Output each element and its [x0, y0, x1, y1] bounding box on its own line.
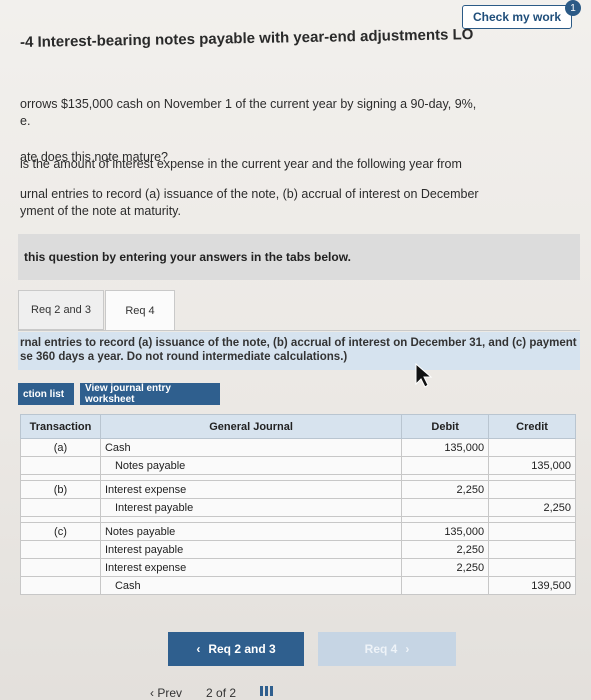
credit-cell[interactable] [488, 480, 576, 499]
account-cell[interactable]: Interest payable [99, 498, 403, 517]
grid-icon[interactable] [260, 686, 275, 696]
check-my-work-button[interactable]: Check my work [462, 5, 572, 29]
account-cell[interactable]: Cash [99, 438, 403, 457]
debit-cell[interactable] [401, 576, 490, 595]
col-general-journal: General Journal [99, 414, 403, 439]
account-cell[interactable]: Interest expense [99, 480, 403, 499]
transaction-cell[interactable]: (b) [20, 480, 101, 499]
question-2: is the amount of interest expense in the… [20, 157, 462, 171]
req-instructions-line-2: se 360 days a year. Do not round interme… [20, 351, 348, 363]
prev-req-button[interactable]: ‹ Req 2 and 3 [168, 632, 304, 666]
debit-cell[interactable] [401, 456, 490, 475]
table-row: Cash 139,500 [20, 576, 576, 595]
transaction-cell[interactable] [20, 576, 101, 595]
req-instructions-line-1: rnal entries to record (a) issuance of t… [20, 337, 577, 349]
page-indicator: 2 of 2 [206, 686, 237, 700]
prev-page-label: Prev [157, 686, 183, 700]
tab-req-2-and-3[interactable]: Req 2 and 3 [18, 290, 104, 330]
credit-cell[interactable] [488, 558, 576, 577]
question-4: yment of the note at maturity. [20, 204, 181, 218]
tab-instructions: this question by entering your answers i… [18, 234, 580, 280]
credit-cell[interactable]: 2,250 [488, 498, 576, 517]
credit-cell[interactable]: 135,000 [488, 456, 576, 475]
debit-cell[interactable]: 135,000 [401, 522, 490, 541]
account-cell[interactable]: Cash [99, 576, 403, 595]
prev-page-button[interactable]: ‹ Prev [150, 686, 182, 700]
transaction-cell[interactable] [20, 540, 101, 559]
debit-cell[interactable]: 135,000 [401, 438, 490, 457]
question-3: urnal entries to record (a) issuance of … [20, 187, 479, 201]
table-row: (a) Cash 135,000 [20, 438, 576, 457]
table-row: Notes payable 135,000 [20, 456, 576, 475]
page: Check my work 1 -4 Interest-bearing note… [0, 0, 591, 700]
debit-cell[interactable]: 2,250 [401, 558, 490, 577]
problem-title: -4 Interest-bearing notes payable with y… [19, 26, 474, 51]
notification-badge: 1 [565, 0, 581, 16]
tab-req-4[interactable]: Req 4 [105, 290, 175, 330]
prev-req-label: Req 2 and 3 [208, 642, 276, 656]
tab-instructions-text: this question by entering your answers i… [24, 250, 351, 264]
credit-cell[interactable] [488, 522, 576, 541]
journal-table: Transaction General Journal Debit Credit… [20, 414, 576, 595]
tab-label: Req 2 and 3 [31, 304, 91, 316]
transaction-cell[interactable]: (c) [20, 522, 101, 541]
table-row: (b) Interest expense 2,250 [20, 480, 576, 499]
col-debit: Debit [401, 414, 490, 439]
col-transaction: Transaction [20, 414, 101, 439]
transaction-cell[interactable]: (a) [20, 438, 101, 457]
mouse-cursor-icon [415, 362, 433, 388]
debit-cell[interactable]: 2,250 [401, 480, 490, 499]
table-row: Interest payable 2,250 [20, 540, 576, 559]
account-cell[interactable]: Notes payable [99, 522, 403, 541]
chevron-right-icon: › [405, 642, 410, 656]
col-credit: Credit [488, 414, 576, 439]
transaction-cell[interactable] [20, 456, 101, 475]
view-journal-entry-worksheet-button[interactable]: View journal entry worksheet [80, 383, 220, 405]
journal-header-row: Transaction General Journal Debit Credit [20, 414, 576, 439]
credit-cell[interactable] [488, 438, 576, 457]
credit-cell[interactable] [488, 540, 576, 559]
account-cell[interactable]: Interest payable [99, 540, 403, 559]
req-instructions: rnal entries to record (a) issuance of t… [18, 332, 580, 370]
transaction-list-button[interactable]: ction list [18, 383, 74, 405]
next-req-button[interactable]: Req 4 › [318, 632, 456, 666]
credit-cell[interactable]: 139,500 [488, 576, 576, 595]
transaction-cell[interactable] [20, 558, 101, 577]
transaction-cell[interactable] [20, 498, 101, 517]
account-cell[interactable]: Notes payable [99, 456, 403, 475]
chevron-left-icon: ‹ [150, 686, 154, 700]
tab-divider [18, 330, 580, 331]
debit-cell[interactable] [401, 498, 490, 517]
problem-text-2: e. [20, 114, 31, 128]
table-row: Interest expense 2,250 [20, 558, 576, 577]
pager: ‹ Prev 2 of 2 [150, 686, 275, 700]
tab-label: Req 4 [125, 304, 155, 317]
debit-cell[interactable]: 2,250 [401, 540, 490, 559]
next-req-label: Req 4 [364, 642, 398, 656]
chevron-left-icon: ‹ [196, 642, 201, 656]
account-cell[interactable]: Interest expense [99, 558, 403, 577]
table-row: (c) Notes payable 135,000 [20, 522, 576, 541]
problem-text-1: orrows $135,000 cash on November 1 of th… [20, 97, 477, 111]
table-row: Interest payable 2,250 [20, 498, 576, 517]
